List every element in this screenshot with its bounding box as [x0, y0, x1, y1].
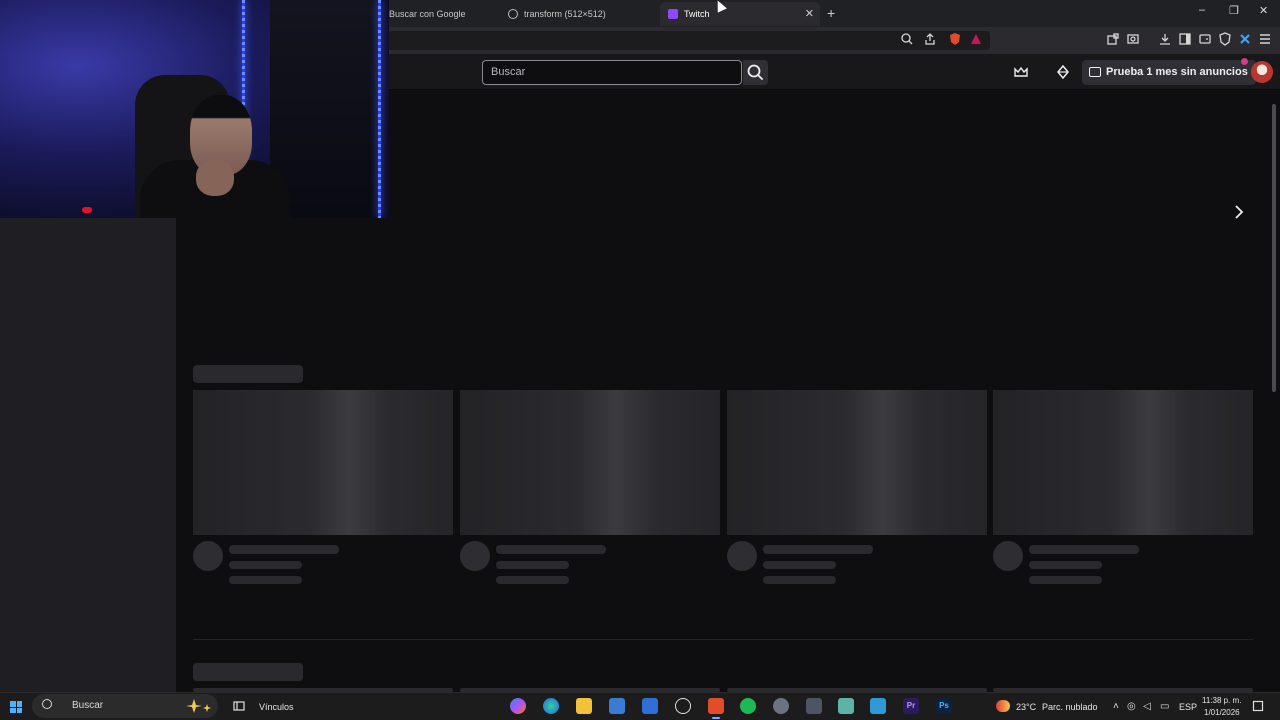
- tab-transform[interactable]: transform (512×512): [500, 2, 655, 26]
- title-line-skeleton: [763, 545, 873, 554]
- title-line-skeleton: [496, 545, 606, 554]
- notification-dot: [1241, 58, 1248, 65]
- brave-rewards-icon[interactable]: [969, 32, 983, 46]
- extensions-icon[interactable]: [1106, 32, 1120, 46]
- stream-card-thumbnail-skeleton[interactable]: [460, 390, 720, 535]
- windows-start-icon[interactable]: [10, 701, 22, 713]
- bits-icon[interactable]: [1055, 64, 1071, 80]
- tab-label: Buscar con Google: [389, 9, 466, 19]
- vpn-shield-icon[interactable]: [1218, 32, 1232, 46]
- edge-app-icon[interactable]: [543, 698, 559, 714]
- store-app-icon[interactable]: [609, 698, 625, 714]
- tab-buscar-con-google[interactable]: Buscar con Google: [381, 2, 496, 26]
- language-indicator[interactable]: ESP: [1179, 702, 1197, 712]
- copilot-app-icon[interactable]: [510, 698, 526, 714]
- section-title-skeleton: [193, 663, 303, 681]
- user-avatar[interactable]: [1251, 61, 1273, 83]
- address-bar[interactable]: [380, 31, 990, 50]
- weather-temp[interactable]: 23°C: [1016, 702, 1036, 712]
- photoshop-icon[interactable]: Ps: [936, 698, 952, 714]
- meta-line-skeleton: [763, 576, 836, 584]
- spotify-app-icon[interactable]: [740, 698, 756, 714]
- app-icon[interactable]: [870, 698, 886, 714]
- leo-ai-icon[interactable]: [1238, 32, 1252, 46]
- prime-crown-icon[interactable]: [1013, 64, 1029, 80]
- stream-card-thumbnail-skeleton[interactable]: [727, 390, 987, 535]
- title-line-skeleton: [1029, 545, 1139, 554]
- search-button[interactable]: [743, 60, 768, 85]
- sidebar-icon[interactable]: [1178, 32, 1192, 46]
- section-title-skeleton: [193, 365, 303, 383]
- maximize-button[interactable]: ❐: [1229, 4, 1239, 17]
- close-window-button[interactable]: ✕: [1259, 4, 1268, 17]
- settings-gear-icon[interactable]: [806, 698, 822, 714]
- weather-icon: [996, 700, 1010, 712]
- meta-line-skeleton: [496, 561, 569, 569]
- led-strip: [378, 0, 381, 218]
- file-explorer-icon[interactable]: [576, 698, 592, 714]
- close-tab-icon[interactable]: ✕: [805, 7, 814, 20]
- twitch-icon: [668, 9, 678, 19]
- red-light: [82, 207, 92, 213]
- app-icon[interactable]: [838, 698, 854, 714]
- screen: Buscar Prueba 1 mes sin anuncios Buscar …: [0, 0, 1280, 720]
- security-icon[interactable]: ◎: [1127, 701, 1136, 712]
- weather-condition[interactable]: Parc. nublado: [1042, 702, 1098, 712]
- new-tab-button[interactable]: +: [827, 5, 835, 21]
- meta-line-skeleton: [496, 576, 569, 584]
- tv-icon: [1089, 67, 1101, 77]
- globe-icon: [508, 9, 518, 19]
- meta-line-skeleton: [1029, 561, 1102, 569]
- tab-twitch[interactable]: Twitch ✕: [660, 2, 820, 26]
- channel-avatar-skeleton: [460, 541, 490, 571]
- search-icon: [42, 699, 52, 709]
- turbo-trial-button[interactable]: Prueba 1 mes sin anuncios: [1082, 60, 1256, 85]
- channel-avatar-skeleton: [993, 541, 1023, 571]
- brave-app-icon[interactable]: [708, 698, 724, 719]
- search-input[interactable]: Buscar: [482, 60, 742, 85]
- network-icon[interactable]: ▭: [1160, 701, 1169, 712]
- tab-label: Twitch: [684, 9, 710, 19]
- clock-time[interactable]: 11:38 p. m.: [1202, 696, 1241, 705]
- task-view-icon[interactable]: [233, 700, 245, 712]
- meta-line-skeleton: [229, 561, 302, 569]
- stream-card-thumbnail-skeleton[interactable]: [193, 390, 453, 535]
- streamer-hand: [196, 160, 234, 196]
- meta-line-skeleton: [1029, 576, 1102, 584]
- minimize-button[interactable]: –: [1199, 4, 1205, 16]
- screenshot-icon[interactable]: [1126, 32, 1140, 46]
- chevron-up-icon[interactable]: ˄: [1113, 701, 1119, 712]
- taskbar-search-label: Buscar: [72, 700, 104, 711]
- channel-avatar-skeleton: [727, 541, 757, 571]
- wallet-icon[interactable]: [1198, 32, 1212, 46]
- carousel-next-button[interactable]: [1233, 204, 1245, 223]
- stream-card-thumbnail-skeleton[interactable]: [993, 390, 1253, 535]
- turbo-trial-label: Prueba 1 mes sin anuncios: [1106, 66, 1248, 78]
- brave-shield-icon[interactable]: [948, 32, 962, 46]
- volume-icon[interactable]: ◁: [1143, 701, 1151, 712]
- side-nav: [0, 218, 176, 692]
- clock-date[interactable]: 1/01/2026: [1204, 708, 1240, 717]
- menu-icon[interactable]: [1258, 32, 1272, 46]
- webcam-overlay: [0, 0, 389, 218]
- premiere-pro-icon[interactable]: Pr: [903, 698, 919, 714]
- section-divider: [193, 639, 1253, 640]
- vinculos-toolbar[interactable]: Vínculos: [259, 702, 294, 712]
- meta-line-skeleton: [763, 561, 836, 569]
- notifications-icon[interactable]: [1252, 700, 1264, 712]
- zoom-icon[interactable]: [900, 32, 914, 46]
- channel-avatar-skeleton: [193, 541, 223, 571]
- download-icon[interactable]: [1158, 32, 1172, 46]
- search-icon: [747, 64, 763, 80]
- mail-app-icon[interactable]: [642, 698, 658, 714]
- tab-label: transform (512×512): [524, 9, 606, 19]
- meta-line-skeleton: [229, 576, 302, 584]
- app-icon[interactable]: [773, 698, 789, 714]
- obs-app-icon[interactable]: [675, 698, 691, 714]
- title-line-skeleton: [229, 545, 339, 554]
- scrollbar-thumb[interactable]: [1272, 104, 1276, 392]
- copilot-sparkle-icon: [186, 699, 211, 713]
- share-icon[interactable]: [923, 32, 937, 46]
- chevron-right-icon: [1235, 205, 1244, 219]
